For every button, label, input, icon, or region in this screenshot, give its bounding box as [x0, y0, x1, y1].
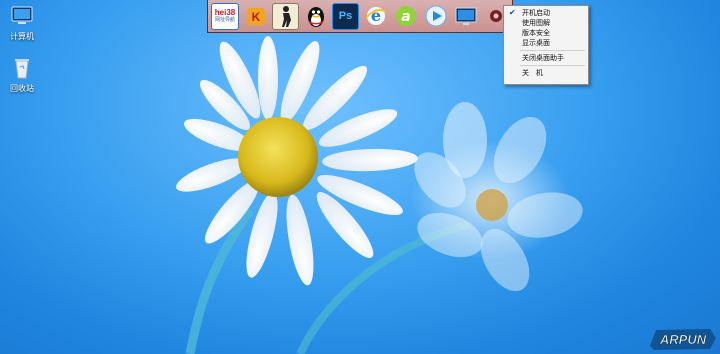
toolbar-photoshop-button[interactable]: Ps: [332, 2, 359, 30]
kugou-icon: K: [246, 8, 265, 25]
desktop-assistant-toolbar: hei38 网址导航 K Ps e a: [207, 0, 513, 33]
toolbar-media-player-button[interactable]: [422, 3, 449, 30]
menu-item-close-assistant[interactable]: 关闭桌面助手: [504, 53, 588, 63]
toolbar-qq-button[interactable]: [302, 3, 329, 30]
monitor-icon: [455, 7, 476, 25]
menu-item-show-desktop[interactable]: 显示桌面: [504, 38, 588, 48]
toolbar-kugou-button[interactable]: K: [242, 3, 269, 30]
ie-icon: e: [364, 6, 387, 25]
desktop-icon-label: 计算机: [10, 32, 34, 41]
hei38-logo-text: hei38: [214, 8, 236, 17]
menu-item-label: 开机启动: [522, 9, 550, 17]
arpun-watermark-logo: ARPUN: [650, 329, 716, 350]
toolbar-green-app-button[interactable]: a: [392, 3, 419, 30]
photoshop-icon-text: Ps: [338, 10, 353, 22]
svg-text:K: K: [251, 10, 260, 24]
menu-item-shutdown[interactable]: 关 机: [504, 68, 588, 78]
menu-item-label: 版本安全: [522, 29, 550, 37]
computer-icon: [11, 6, 33, 24]
toolbar-context-menu: ✔ 开机启动 使用图解 版本安全 显示桌面 关闭桌面助手 关 机: [503, 5, 589, 85]
desktop-icon-recycle-bin[interactable]: 回收站: [0, 57, 44, 94]
toolbar-show-desktop-button[interactable]: [452, 3, 479, 30]
desktop-wallpaper: [176, 36, 583, 354]
desktop-icon-computer[interactable]: 计算机: [0, 5, 44, 42]
menu-separator: [520, 50, 585, 51]
toolbar-hei38-button[interactable]: hei38 网址导航: [211, 2, 239, 30]
watermark-text: ARPUN: [659, 332, 707, 347]
hei38-subtext: 网址导航: [214, 17, 235, 23]
qq-penguin-icon: [307, 7, 324, 27]
svg-text:a: a: [401, 9, 410, 25]
recycle-bin-icon: [15, 59, 29, 79]
green-a-icon: a: [395, 6, 416, 26]
desktop-icon-label: 回收站: [10, 84, 34, 93]
svg-text:e: e: [370, 6, 380, 25]
checkmark-icon: ✔: [509, 8, 516, 17]
menu-item-version-security[interactable]: 版本安全: [504, 28, 588, 38]
menu-item-usage-guide[interactable]: 使用图解: [504, 18, 588, 28]
toolbar-ie-button[interactable]: e: [362, 3, 389, 30]
menu-item-auto-start[interactable]: ✔ 开机启动: [504, 8, 588, 18]
menu-item-label: 显示桌面: [522, 39, 550, 47]
play-icon: [425, 5, 446, 27]
menu-item-label: 关闭桌面助手: [522, 54, 564, 62]
menu-item-label: 关 机: [522, 69, 543, 77]
counter-strike-icon: [281, 6, 291, 27]
menu-separator: [520, 65, 585, 66]
toolbar-cs-game-button[interactable]: [272, 2, 299, 30]
menu-item-label: 使用图解: [522, 19, 550, 27]
